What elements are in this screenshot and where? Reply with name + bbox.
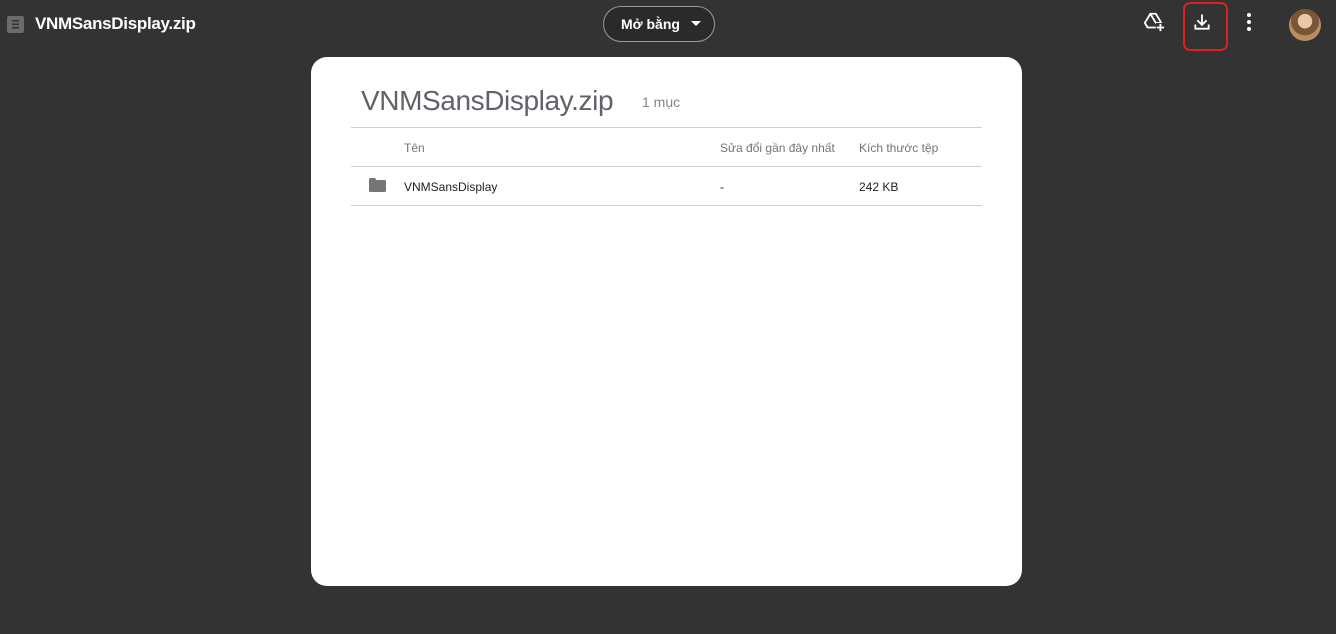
open-with-label: Mở bằng [621,16,680,32]
row-name: VNMSansDisplay [404,180,498,194]
table-header-row: Tên Sửa đổi gần đây nhất Kích thước tệp [351,127,982,166]
dropdown-arrow-icon [691,21,701,26]
column-header-name: Tên [404,141,425,155]
archive-title: VNMSansDisplay.zip [361,85,614,116]
folder-icon [369,178,386,192]
item-count: 1 mục [642,94,681,110]
file-title: VNMSansDisplay.zip [35,14,196,33]
account-avatar[interactable] [1289,9,1321,41]
zip-file-icon [7,16,24,33]
more-vert-icon [1246,12,1252,37]
column-header-size: Kích thước tệp [859,141,939,155]
more-options-button[interactable] [1231,6,1267,42]
download-icon [1192,12,1212,37]
add-to-drive-icon [1143,11,1165,38]
download-button[interactable] [1184,6,1220,42]
row-modified: - [720,180,724,194]
archive-contents-table: Tên Sửa đổi gần đây nhất Kích thước tệp … [351,127,982,206]
top-bar: VNMSansDisplay.zip Mở bằng [0,0,1336,52]
archive-preview-panel: VNMSansDisplay.zip 1 mục Tên Sửa đổi gần… [311,57,1022,586]
row-size: 242 KB [859,180,899,194]
open-with-button[interactable]: Mở bằng [603,6,715,42]
column-header-modified: Sửa đổi gần đây nhất [720,141,835,155]
table-row[interactable]: VNMSansDisplay - 242 KB [351,166,982,206]
add-to-drive-button[interactable] [1136,6,1172,42]
